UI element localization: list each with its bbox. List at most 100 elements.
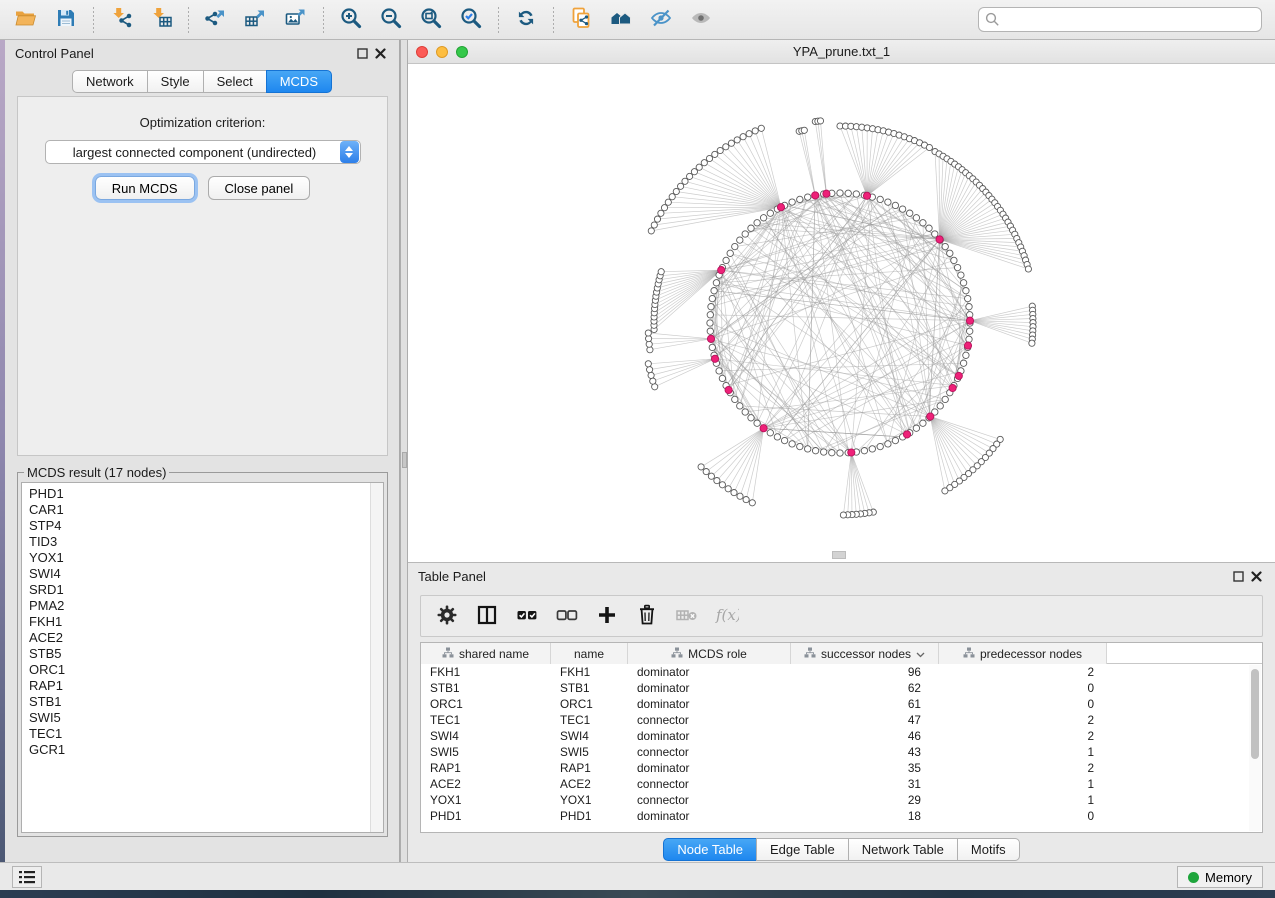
table-tabs: Node TableEdge TableNetwork TableMotifs bbox=[408, 838, 1275, 861]
table-row[interactable]: SWI4SWI4dominator462 bbox=[421, 728, 1262, 744]
mcds-result-item[interactable]: GCR1 bbox=[29, 742, 383, 758]
network-canvas[interactable] bbox=[408, 64, 1275, 561]
table-row[interactable]: YOX1YOX1connector291 bbox=[421, 792, 1262, 808]
column-header-successor-nodes[interactable]: successor nodes bbox=[791, 643, 939, 664]
import-table-button[interactable] bbox=[141, 4, 181, 36]
mcds-result-item[interactable]: RAP1 bbox=[29, 678, 383, 694]
mcds-result-item[interactable]: SRD1 bbox=[29, 582, 383, 598]
zoom-out-button[interactable] bbox=[371, 4, 411, 36]
criterion-select[interactable]: largest connected component (undirected) bbox=[45, 140, 361, 164]
column-header-MCDS-role[interactable]: MCDS role bbox=[628, 643, 791, 664]
optimization-criterion-label: Optimization criterion: bbox=[18, 115, 387, 130]
table-scrollbar-thumb[interactable] bbox=[1251, 669, 1259, 759]
mcds-result-item[interactable]: FKH1 bbox=[29, 614, 383, 630]
mcds-result-item[interactable]: CAR1 bbox=[29, 502, 383, 518]
memory-status-icon bbox=[1188, 872, 1199, 883]
mcds-result-item[interactable]: PHD1 bbox=[29, 486, 383, 502]
svg-text:f(x): f(x) bbox=[715, 606, 739, 624]
table-row[interactable]: ACE2ACE2connector311 bbox=[421, 776, 1262, 792]
export-image-button[interactable] bbox=[276, 4, 316, 36]
mcds-result-item[interactable]: SWI5 bbox=[29, 710, 383, 726]
add-column-button[interactable] bbox=[589, 600, 625, 632]
column-header-shared-name[interactable]: shared name bbox=[421, 643, 551, 664]
tab-motifs[interactable]: Motifs bbox=[957, 838, 1020, 861]
zoom-in-button[interactable] bbox=[331, 4, 371, 36]
mcds-result-item[interactable]: SWI4 bbox=[29, 566, 383, 582]
column-header-name[interactable]: name bbox=[551, 643, 628, 664]
hide-selected-button[interactable] bbox=[641, 4, 681, 36]
export-network-button[interactable] bbox=[196, 4, 236, 36]
table-cell: SWI5 bbox=[421, 744, 551, 760]
table-cell: STB1 bbox=[551, 680, 628, 696]
table-row[interactable]: FKH1FKH1dominator962 bbox=[421, 664, 1262, 680]
import-table-icon bbox=[149, 6, 173, 33]
mcds-result-list[interactable]: PHD1CAR1STP4TID3YOX1SWI4SRD1PMA2FKH1ACE2… bbox=[21, 482, 384, 833]
mcds-result-item[interactable]: YOX1 bbox=[29, 550, 383, 566]
table-row[interactable]: PHD1PHD1dominator180 bbox=[421, 808, 1262, 824]
close-window-icon[interactable] bbox=[416, 46, 428, 58]
memory-button[interactable]: Memory bbox=[1177, 866, 1263, 888]
mcds-result-item[interactable]: TID3 bbox=[29, 534, 383, 550]
import-network-button[interactable] bbox=[101, 4, 141, 36]
mcds-result-item[interactable]: ORC1 bbox=[29, 662, 383, 678]
mcds-result-item[interactable]: TEC1 bbox=[29, 726, 383, 742]
export-table-button[interactable] bbox=[236, 4, 276, 36]
tab-mcds[interactable]: MCDS bbox=[266, 70, 332, 93]
open-file-button[interactable] bbox=[6, 4, 46, 36]
mcds-result-item[interactable]: PMA2 bbox=[29, 598, 383, 614]
first-neighbors-button[interactable] bbox=[601, 4, 641, 36]
close-table-panel-icon[interactable] bbox=[1247, 567, 1265, 585]
mcds-result-item[interactable]: STB5 bbox=[29, 646, 383, 662]
network-graph[interactable] bbox=[408, 64, 1275, 561]
maximize-window-icon[interactable] bbox=[456, 46, 468, 58]
close-panel-icon[interactable] bbox=[371, 44, 389, 62]
tab-edge-table[interactable]: Edge Table bbox=[756, 838, 849, 861]
tab-style[interactable]: Style bbox=[147, 70, 204, 93]
splitter-handle[interactable] bbox=[402, 452, 407, 468]
deselect-all-button[interactable] bbox=[549, 600, 585, 632]
table-row[interactable]: TEC1TEC1connector472 bbox=[421, 712, 1262, 728]
table-cell: RAP1 bbox=[551, 760, 628, 776]
mcds-result-item[interactable]: STP4 bbox=[29, 518, 383, 534]
mcds-list-scrollbar[interactable] bbox=[370, 483, 383, 832]
table-cell: dominator bbox=[628, 664, 791, 680]
table-cell: 2 bbox=[939, 728, 1107, 744]
tab-network[interactable]: Network bbox=[72, 70, 148, 93]
canvas-splitter-handle[interactable] bbox=[832, 551, 846, 559]
mcds-result-item[interactable]: ACE2 bbox=[29, 630, 383, 646]
panel-splitter[interactable] bbox=[400, 40, 408, 862]
tab-node-table[interactable]: Node Table bbox=[663, 838, 757, 861]
table-cell: 0 bbox=[939, 680, 1107, 696]
table-row[interactable]: STB1STB1dominator620 bbox=[421, 680, 1262, 696]
save-session-button[interactable] bbox=[46, 4, 86, 36]
delete-column-button[interactable] bbox=[629, 600, 665, 632]
select-all-button[interactable] bbox=[509, 600, 545, 632]
show-all-button[interactable] bbox=[681, 4, 721, 36]
column-header-predecessor-nodes[interactable]: predecessor nodes bbox=[939, 643, 1107, 664]
task-history-button[interactable] bbox=[12, 866, 42, 888]
refresh-button[interactable] bbox=[506, 4, 546, 36]
search-input[interactable] bbox=[978, 7, 1262, 32]
table-cell: 2 bbox=[939, 760, 1107, 776]
table-cell: TEC1 bbox=[421, 712, 551, 728]
table-row[interactable]: ORC1ORC1dominator610 bbox=[421, 696, 1262, 712]
run-mcds-button[interactable]: Run MCDS bbox=[95, 176, 195, 200]
float-panel-icon[interactable] bbox=[353, 44, 371, 62]
tab-select[interactable]: Select bbox=[203, 70, 267, 93]
float-table-panel-icon[interactable] bbox=[1229, 567, 1247, 585]
close-panel-button[interactable]: Close panel bbox=[208, 176, 311, 200]
columns-button[interactable] bbox=[469, 600, 505, 632]
zoom-fit-button[interactable] bbox=[411, 4, 451, 36]
table-row[interactable]: RAP1RAP1dominator352 bbox=[421, 760, 1262, 776]
clone-network-button[interactable] bbox=[561, 4, 601, 36]
mcds-result-item[interactable]: STB1 bbox=[29, 694, 383, 710]
tab-network-table[interactable]: Network Table bbox=[848, 838, 958, 861]
table-scrollbar[interactable] bbox=[1249, 665, 1261, 831]
minimize-window-icon[interactable] bbox=[436, 46, 448, 58]
memory-label: Memory bbox=[1205, 870, 1252, 885]
network-window-title: YPA_prune.txt_1 bbox=[408, 44, 1275, 59]
table-row[interactable]: SWI5SWI5connector431 bbox=[421, 744, 1262, 760]
mcds-result-group: MCDS result (17 nodes) PHD1CAR1STP4TID3Y… bbox=[17, 465, 388, 837]
zoom-selected-button[interactable] bbox=[451, 4, 491, 36]
gear-button[interactable] bbox=[429, 600, 465, 632]
